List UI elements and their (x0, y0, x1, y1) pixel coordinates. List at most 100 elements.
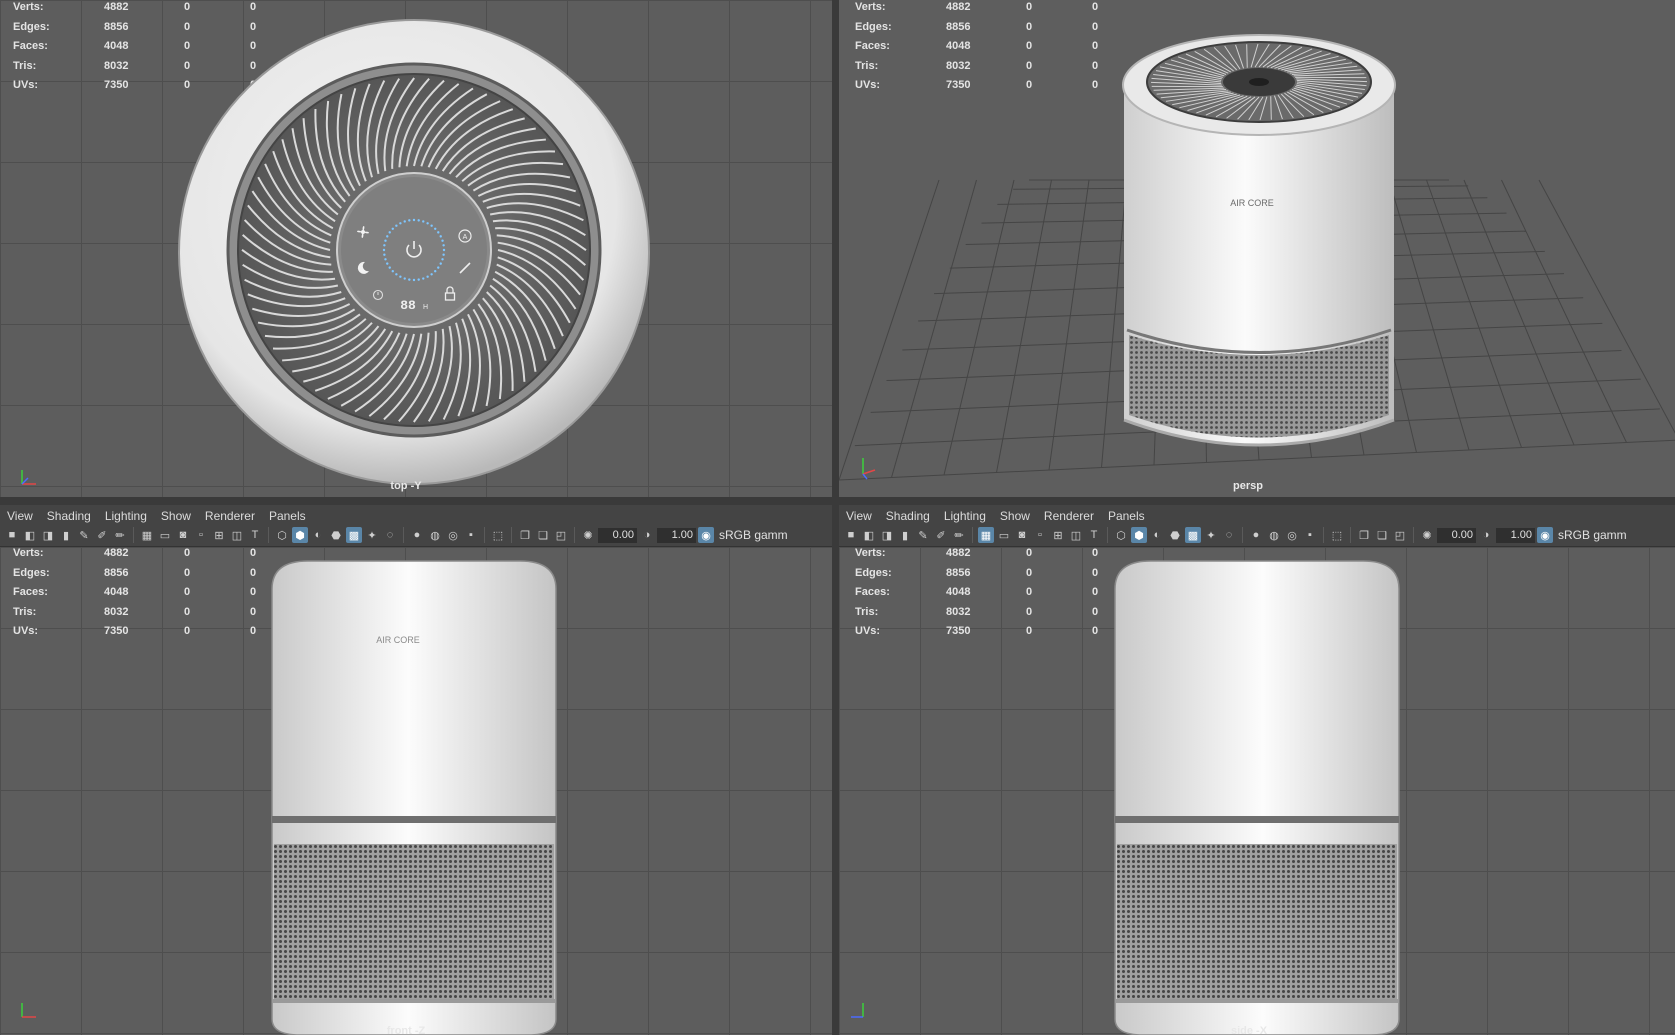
safe-title-icon[interactable]: T (1086, 527, 1102, 543)
menu-panels[interactable]: Panels (1101, 509, 1152, 523)
resolution-gate-icon[interactable]: ◙ (175, 527, 191, 543)
shadows-icon[interactable]: ◌ (382, 527, 398, 543)
depth-of-field-icon[interactable]: ▪ (1302, 527, 1318, 543)
menu-show[interactable]: Show (993, 509, 1037, 523)
motion-blur-icon[interactable]: ◍ (427, 527, 443, 543)
wireframe-on-shaded-icon[interactable]: ⬣ (1167, 527, 1183, 543)
lights-icon[interactable]: ✦ (1203, 527, 1219, 543)
isolate-select-icon[interactable]: ⬚ (490, 527, 506, 543)
viewport-persp[interactable]: Verts: 4882 0 0 Edges: 8856 0 0 Faces: 4048 0 0 T… (838, 0, 1675, 501)
ambient-occlusion-icon[interactable]: ● (409, 527, 425, 543)
camera-attr-icon[interactable]: ◧ (861, 527, 877, 543)
image-plane-icon[interactable]: ▮ (897, 527, 913, 543)
menu-shading[interactable]: Shading (40, 509, 98, 523)
purifier-front-model[interactable]: AIR CORE (268, 559, 560, 1035)
xray-joints-icon[interactable]: ❏ (1374, 527, 1390, 543)
menu-panels[interactable]: Panels (262, 509, 313, 523)
gamma-input[interactable]: 1.00 (657, 527, 696, 543)
smooth-shade-icon[interactable]: ⬢ (1131, 527, 1147, 543)
grid-icon[interactable]: ▦ (978, 527, 994, 543)
gamma-icon[interactable]: ◑ (1478, 527, 1494, 543)
menu-view[interactable]: View (839, 509, 879, 523)
axis-gizmo-icon (21, 1003, 36, 1018)
gate-mask-icon[interactable]: ▫ (1032, 527, 1048, 543)
menu-lighting[interactable]: Lighting (98, 509, 154, 523)
textured-icon[interactable]: ▩ (346, 527, 362, 543)
stat-edges: Edges: 8856 0 0 (855, 566, 1099, 579)
color-space-select[interactable]: sRGB gamm (1555, 528, 1627, 542)
gamma-icon[interactable]: ◑ (639, 527, 655, 543)
xray-components-icon[interactable]: ◰ (1392, 527, 1408, 543)
safe-title-icon[interactable]: T (247, 527, 263, 543)
resolution-gate-icon[interactable]: ◙ (1014, 527, 1030, 543)
viewport-side[interactable]: Verts: 4882 0 0 Edges: 8856 0 0 Faces: 4048 0 0 T… (839, 547, 1675, 1035)
xray-icon[interactable]: ❐ (517, 527, 533, 543)
safe-action-icon[interactable]: ◫ (229, 527, 245, 543)
pane-divider-vertical[interactable] (832, 0, 839, 1035)
purifier-top-model[interactable]: A 88 H (170, 10, 650, 490)
xray-components-icon[interactable]: ◰ (553, 527, 569, 543)
stat-verts: Verts: 4882 0 0 (855, 547, 1099, 559)
purifier-persp-model[interactable]: AIR CORE (1119, 30, 1409, 475)
pencil-icon[interactable]: ✏ (112, 527, 128, 543)
menu-lighting[interactable]: Lighting (937, 509, 993, 523)
menu-view[interactable]: View (0, 509, 40, 523)
viewport-top[interactable]: Verts: 4882 0 0 Edges: 8856 0 0 Faces: 4048 0 0 T… (0, 0, 832, 497)
default-material-icon[interactable]: ◐ (1149, 527, 1165, 543)
field-chart-icon[interactable]: ⊞ (1050, 527, 1066, 543)
grease-pencil-icon[interactable]: ✐ (933, 527, 949, 543)
camera-icon[interactable]: ■ (843, 527, 859, 543)
anti-aliasing-icon[interactable]: ◎ (445, 527, 461, 543)
stat-uvs: UVs:735000 (855, 79, 1099, 91)
xray-icon[interactable]: ❐ (1356, 527, 1372, 543)
pane-divider-horizontal[interactable] (0, 497, 1675, 505)
isolate-select-icon[interactable]: ⬚ (1329, 527, 1345, 543)
bookmark-icon[interactable]: ◨ (40, 527, 56, 543)
menu-renderer[interactable]: Renderer (1037, 509, 1101, 523)
image-plane-icon[interactable]: ▮ (58, 527, 74, 543)
ambient-occlusion-icon[interactable]: ● (1248, 527, 1264, 543)
wireframe-icon[interactable]: ⬡ (1113, 527, 1129, 543)
exposure-input[interactable]: 0.00 (598, 527, 637, 543)
menu-show[interactable]: Show (154, 509, 198, 523)
purifier-side-model[interactable] (1111, 559, 1403, 1035)
shadows-icon[interactable]: ◌ (1221, 527, 1237, 543)
grid-icon[interactable]: ▦ (139, 527, 155, 543)
gate-mask-icon[interactable]: ▫ (193, 527, 209, 543)
viewport-front[interactable]: Verts: 4882 0 0 Edges: 8856 0 0 Faces: 4048 0 0 T… (0, 547, 832, 1035)
stat-verts: Verts: 4882 0 0 (855, 1, 1099, 13)
film-gate-icon[interactable]: ▭ (157, 527, 173, 543)
textured-icon[interactable]: ▩ (1185, 527, 1201, 543)
camera-icon[interactable]: ■ (4, 527, 20, 543)
wireframe-icon[interactable]: ⬡ (274, 527, 290, 543)
toolbar-separator (1323, 527, 1324, 543)
smooth-shade-icon[interactable]: ⬢ (292, 527, 308, 543)
anti-aliasing-icon[interactable]: ◎ (1284, 527, 1300, 543)
wireframe-on-shaded-icon[interactable]: ⬣ (328, 527, 344, 543)
camera-label-side: side -X (1230, 1025, 1268, 1035)
stat-tris: Tris: 8032 0 0 (855, 59, 1099, 72)
motion-blur-icon[interactable]: ◍ (1266, 527, 1282, 543)
color-management-icon[interactable]: ◉ (698, 527, 714, 543)
lights-icon[interactable]: ✦ (364, 527, 380, 543)
camera-attr-icon[interactable]: ◧ (22, 527, 38, 543)
xray-joints-icon[interactable]: ❏ (535, 527, 551, 543)
color-management-icon[interactable]: ◉ (1537, 527, 1553, 543)
safe-action-icon[interactable]: ◫ (1068, 527, 1084, 543)
pencil-icon[interactable]: ✏ (951, 527, 967, 543)
field-chart-icon[interactable]: ⊞ (211, 527, 227, 543)
film-gate-icon[interactable]: ▭ (996, 527, 1012, 543)
exposure-icon[interactable]: ✺ (1419, 527, 1435, 543)
exposure-input[interactable]: 0.00 (1437, 527, 1476, 543)
pan-zoom-icon[interactable]: ✎ (915, 527, 931, 543)
bookmark-icon[interactable]: ◨ (879, 527, 895, 543)
default-material-icon[interactable]: ◐ (310, 527, 326, 543)
depth-of-field-icon[interactable]: ▪ (463, 527, 479, 543)
color-space-select[interactable]: sRGB gamm (716, 528, 788, 542)
exposure-icon[interactable]: ✺ (580, 527, 596, 543)
menu-renderer[interactable]: Renderer (198, 509, 262, 523)
grease-pencil-icon[interactable]: ✐ (94, 527, 110, 543)
gamma-input[interactable]: 1.00 (1496, 527, 1535, 543)
menu-shading[interactable]: Shading (879, 509, 937, 523)
pan-zoom-icon[interactable]: ✎ (76, 527, 92, 543)
